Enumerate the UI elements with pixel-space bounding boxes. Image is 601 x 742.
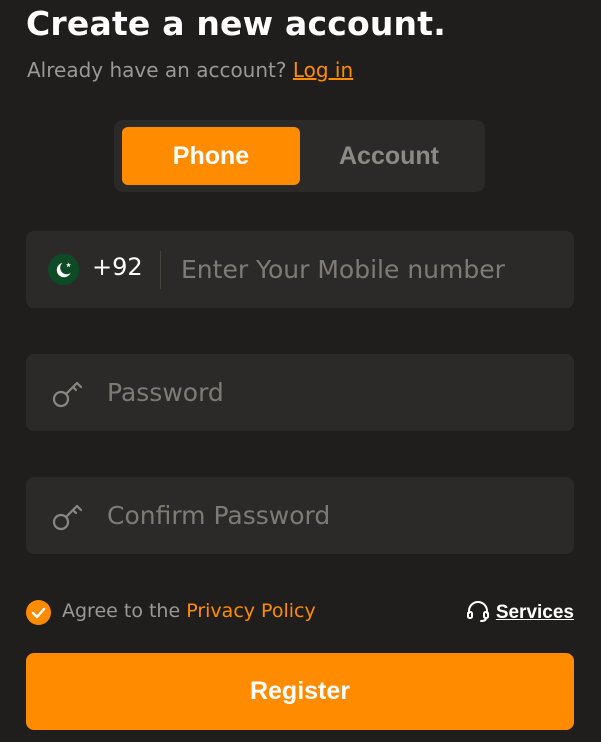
confirm-password-field [26, 477, 574, 554]
tab-phone[interactable]: Phone [122, 127, 300, 185]
password-input[interactable] [107, 354, 557, 431]
password-field [26, 354, 574, 431]
page-title: Create a new account. [26, 4, 446, 43]
headset-icon [466, 600, 490, 626]
pakistan-flag-icon[interactable] [48, 254, 79, 285]
checkmark-icon [31, 607, 46, 619]
privacy-policy-link[interactable]: Privacy Policy [186, 600, 315, 622]
signup-method-tabs: Phone Account [114, 120, 485, 192]
country-code[interactable]: +92 [92, 253, 143, 281]
services-link[interactable]: Services [466, 600, 574, 626]
field-divider [160, 251, 161, 289]
agreement-row: Agree to the Privacy Policy Services [26, 598, 574, 628]
phone-field: +92 [26, 231, 574, 308]
login-link[interactable]: Log in [293, 58, 353, 82]
confirm-password-input[interactable] [107, 477, 557, 554]
key-icon [52, 501, 84, 531]
agree-checkbox[interactable] [26, 600, 51, 625]
agreement-prefix: Agree to the [62, 600, 181, 622]
login-prompt: Already have an account? Log in [27, 58, 353, 82]
register-button[interactable]: Register [26, 653, 574, 730]
services-label: Services [495, 602, 574, 623]
tab-account[interactable]: Account [300, 127, 478, 185]
login-prompt-text: Already have an account? [27, 58, 287, 82]
key-icon [52, 378, 84, 408]
register-page: Create a new account. Already have an ac… [0, 0, 601, 742]
agreement-text: Agree to the Privacy Policy [62, 600, 316, 622]
mobile-number-input[interactable] [181, 231, 561, 308]
